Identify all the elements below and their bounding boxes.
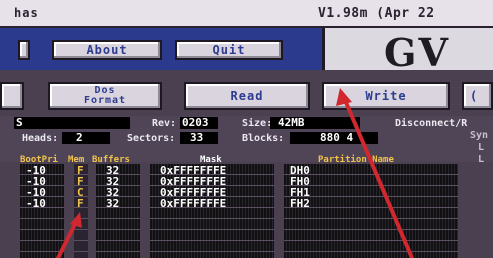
- annotation-arrows: [56, 88, 414, 258]
- arrow-to-write-button: [336, 88, 414, 258]
- arrow-to-mem-column: [56, 212, 82, 258]
